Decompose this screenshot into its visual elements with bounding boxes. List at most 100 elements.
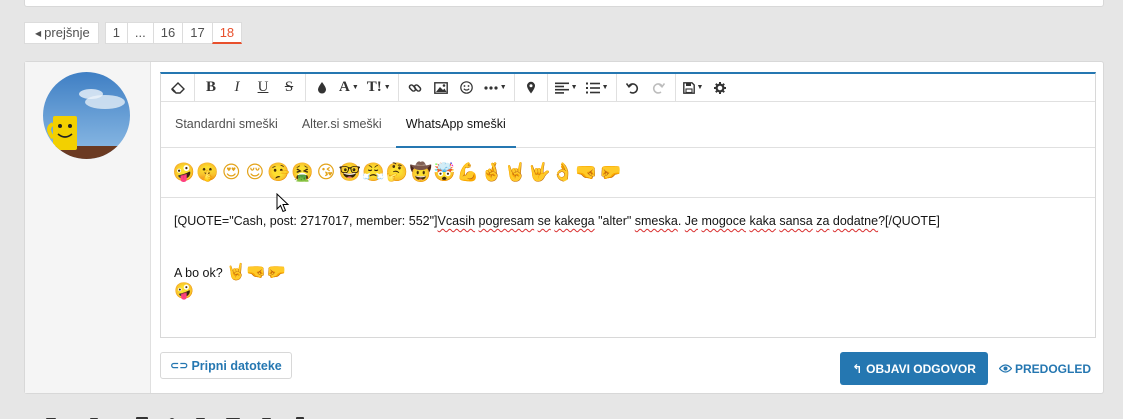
misspelled-word: sansa [779, 214, 813, 228]
bold-button[interactable]: B [198, 75, 224, 101]
emoji-cowboy-face[interactable]: 🤠 [409, 162, 433, 184]
save-icon[interactable]: ▼ [679, 75, 708, 101]
eraser-icon[interactable] [165, 75, 191, 101]
caret-down-icon: ▼ [351, 84, 359, 91]
reply-emoji-left-fist: 🤛 [265, 262, 286, 281]
style-button[interactable]: T! ▼ [363, 75, 395, 101]
paperclip-icon: ⊂⊃ [170, 360, 189, 372]
emoji-vomiting-face[interactable]: 🤮 [290, 162, 314, 184]
emoji-love-you-gesture[interactable]: 🤟 [527, 162, 551, 184]
avatar-column [25, 62, 151, 393]
emoji-triumph-face[interactable]: 😤 [362, 162, 386, 184]
toolbar-separator [194, 73, 195, 102]
emoji-ok-hand[interactable]: 👌 [551, 162, 575, 184]
pagination-page-17[interactable]: 17 [182, 22, 213, 44]
quote-body: Vcasih pogresam se kakega "alter" smeska… [438, 214, 940, 228]
more-icon[interactable]: ▼ [480, 75, 511, 101]
pagination-page-16[interactable]: 16 [152, 22, 184, 44]
pagination: ◀ prejšnje 1 ... 16 17 18 [24, 22, 243, 44]
toolbar-separator [305, 73, 306, 102]
emoji-zany-face[interactable]: 🤪 [172, 162, 196, 184]
preview-button[interactable]: PREDOGLED [998, 352, 1091, 385]
mouse-cursor-icon [276, 192, 290, 213]
quote-text: ?[/QUOTE] [878, 214, 940, 228]
reply-line: A bo ok? 🤘🤜🤛 [174, 263, 1082, 282]
misspelled-word: za [816, 214, 830, 228]
previous-post-card [24, 0, 1104, 7]
toolbar-separator [674, 73, 676, 102]
align-icon[interactable]: ▼ [551, 75, 582, 101]
eye-icon [998, 362, 1013, 376]
editor-toolbar: B I U S A ▼ T! ▼ ▼ ▼ ▼ ▼ [161, 73, 1095, 102]
pagination-ellipsis[interactable]: ... [126, 22, 154, 44]
misspelled-word: kakega [554, 214, 595, 228]
quote-line: [QUOTE="Cash, post: 2717017, member: 552… [174, 212, 1082, 230]
strikethrough-button[interactable]: S [276, 75, 302, 101]
caret-down-icon: ▼ [383, 84, 391, 91]
misspelled-word: Vcasih [437, 214, 476, 228]
reply-icon: ↰ [852, 361, 863, 376]
quote-text: "alter" [594, 214, 635, 228]
emoji-thinking-face[interactable]: 🤔 [385, 162, 409, 184]
emoji-shushing-face[interactable]: 🤫 [196, 162, 220, 184]
emoji-crossed-fingers[interactable]: 🤞 [480, 162, 504, 184]
caret-down-icon: ▼ [601, 84, 609, 91]
tab-standardni-smeski[interactable]: Standardni smeški [165, 102, 288, 148]
post-reply-button[interactable]: ↰ OBJAVI ODGOVOR [840, 352, 988, 385]
emoji-nerd-face[interactable]: 🤓 [338, 162, 362, 184]
underline-button[interactable]: U [250, 75, 276, 101]
attach-files-button[interactable]: ⊂⊃ Pripni datoteke [160, 352, 292, 379]
misspelled-word: kaka [749, 214, 776, 228]
emoji-right-fist[interactable]: 🤜 [575, 162, 599, 184]
pagination-page-1[interactable]: 1 [104, 22, 128, 44]
emoji-relieved-face[interactable]: 😌 [243, 162, 267, 184]
misspelled-word: smeska [634, 214, 678, 228]
color-icon[interactable] [309, 75, 335, 101]
reply-line-2: 🤪 [174, 282, 1082, 301]
reply-text: A bo ok? [174, 266, 223, 280]
pagination-prev-button[interactable]: ◀ prejšnje [24, 22, 99, 44]
caret-down-icon: ▼ [570, 84, 578, 91]
quick-reply-card: B I U S A ▼ T! ▼ ▼ ▼ ▼ ▼ Standardni smeš… [24, 61, 1104, 394]
misspelled-word: Je [684, 214, 698, 228]
misspelled-word: pogresam [478, 214, 535, 228]
reply-emoji-sign-of-horns: 🤘 [226, 262, 247, 281]
smiley-icon[interactable] [454, 75, 480, 101]
chevron-left-icon: ◀ [35, 29, 42, 38]
emoji-flexed-biceps[interactable]: 💪 [456, 162, 480, 184]
toolbar-separator [397, 73, 399, 102]
avatar[interactable] [43, 72, 130, 159]
editor-text-area[interactable]: [QUOTE="Cash, post: 2717017, member: 552… [161, 198, 1095, 315]
next-section-cutoff-icons [36, 409, 316, 419]
image-icon[interactable] [428, 75, 454, 101]
emoji-heart-eyes[interactable]: 😍 [219, 162, 243, 184]
pagination-page-18-current[interactable]: 18 [211, 22, 243, 44]
list-icon[interactable]: ▼ [582, 75, 613, 101]
emoji-exploding-head[interactable]: 🤯 [433, 162, 457, 184]
font-size-button[interactable]: A ▼ [335, 75, 363, 101]
misspelled-word: se [537, 214, 551, 228]
misspelled-word: dodatne [832, 214, 879, 228]
map-pin-icon[interactable] [518, 75, 544, 101]
emoji-left-fist[interactable]: 🤛 [598, 162, 622, 184]
toolbar-separator [513, 73, 515, 102]
caret-down-icon: ▼ [499, 84, 507, 91]
reply-emoji-right-fist: 🤜 [246, 262, 266, 281]
gear-icon[interactable] [707, 75, 733, 101]
emoji-kissing-face[interactable]: 😘 [314, 162, 338, 184]
caret-down-icon: ▼ [696, 84, 704, 91]
tab-alter-si-smeski[interactable]: Alter.si smeški [292, 102, 392, 148]
link-icon[interactable] [402, 75, 428, 101]
emoji-lying-face[interactable]: 🤥 [267, 162, 291, 184]
toolbar-separator [546, 73, 548, 102]
toolbar-separator [615, 73, 617, 102]
italic-button[interactable]: I [224, 75, 250, 101]
undo-icon[interactable] [620, 75, 646, 101]
redo-icon[interactable] [646, 75, 672, 101]
emoji-sign-of-horns[interactable]: 🤘 [504, 162, 528, 184]
reply-emoji-zany-face: 🤪 [174, 281, 194, 300]
emoji-picker: 🤪 🤫 😍 😌 🤥 🤮 😘 🤓 😤 🤔 🤠 🤯 💪 🤞 🤘 🤟 👌 🤜 🤛 [161, 148, 1095, 198]
message-editor: B I U S A ▼ T! ▼ ▼ ▼ ▼ ▼ Standardni smeš… [160, 72, 1096, 338]
smiley-tabs: Standardni smeški Alter.si smeški WhatsA… [161, 102, 1095, 148]
tab-whatsapp-smeski[interactable]: WhatsApp smeški [395, 102, 516, 148]
